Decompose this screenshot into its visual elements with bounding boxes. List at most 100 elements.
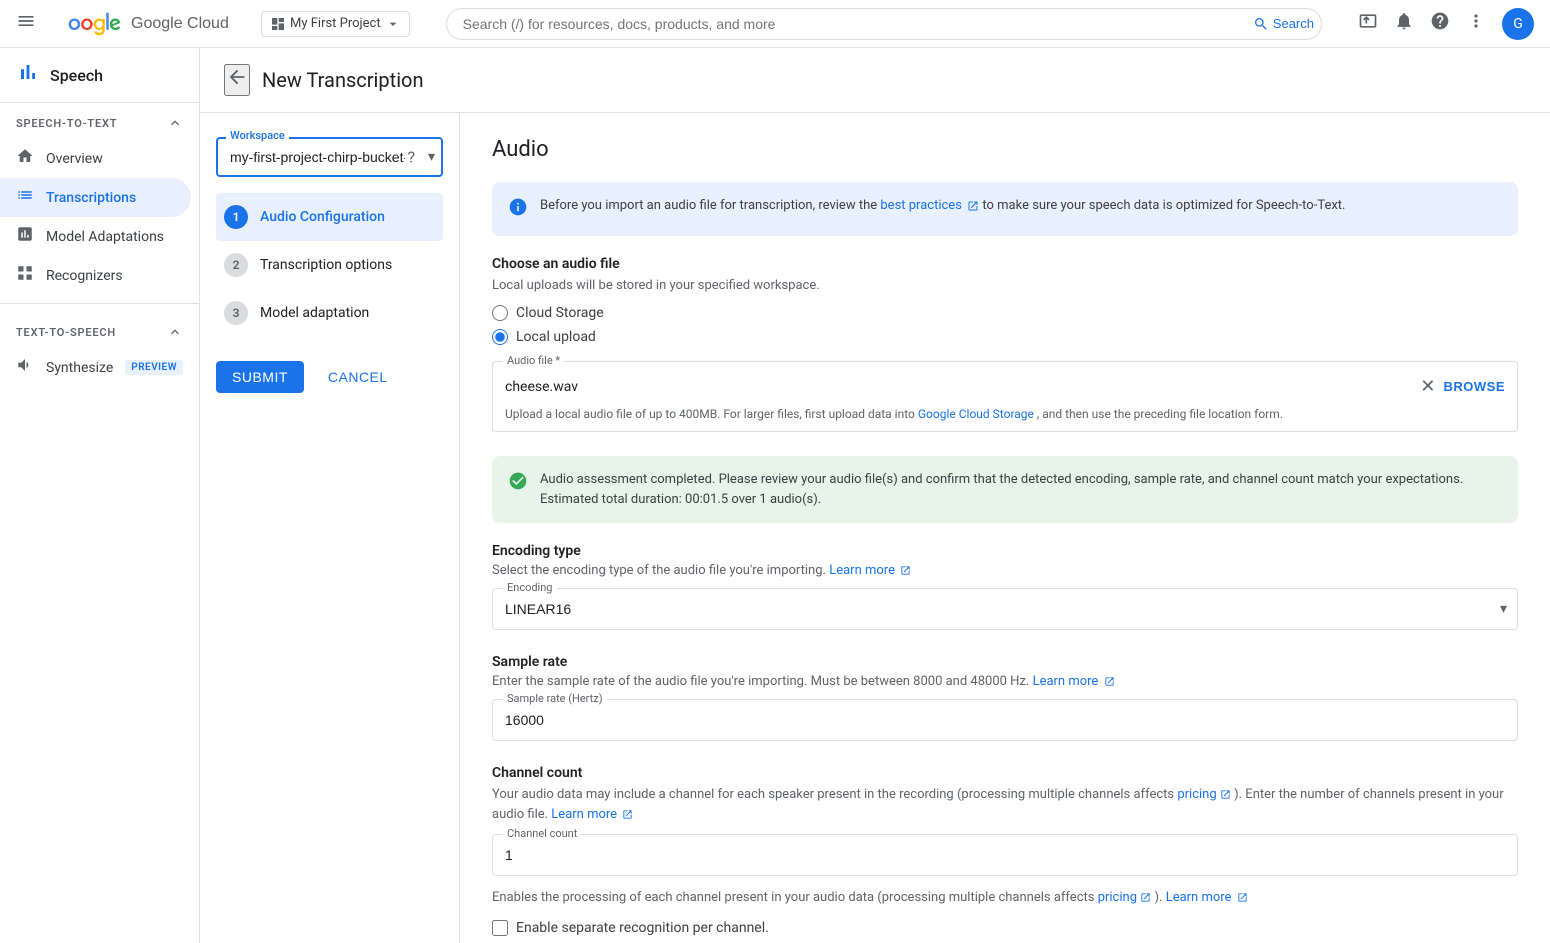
back-button[interactable] (224, 64, 250, 96)
cloud-storage-label: Cloud Storage (516, 305, 604, 321)
channel-count-field-label: Channel count (503, 827, 581, 840)
channel-count-desc: Your audio data may include a channel fo… (492, 785, 1518, 824)
step-label-1: Audio Configuration (260, 209, 385, 225)
wizard-step-2[interactable]: 2 Transcription options (216, 241, 443, 289)
wizard-steps: 1 Audio Configuration 2 Transcription op… (216, 193, 443, 337)
success-banner: Audio assessment completed. Please revie… (492, 456, 1518, 523)
project-selector[interactable]: My First Project (261, 11, 410, 37)
sample-rate-learn-more-link[interactable]: Learn more (1033, 674, 1115, 689)
separate-recognition-label: Enable separate recognition per channel. (516, 920, 769, 936)
cloud-text: Google Cloud (131, 10, 241, 38)
channel-count-input-wrapper: Channel count (492, 834, 1518, 876)
separate-recognition-checkbox[interactable] (492, 920, 508, 936)
sample-rate-input-wrapper: Sample rate (Hertz) (492, 699, 1518, 741)
success-text: Audio assessment completed. Please revie… (540, 470, 1502, 509)
list-icon (16, 186, 34, 209)
app-icon (16, 60, 40, 90)
source-radio-group: Cloud Storage Local upload (492, 305, 1518, 345)
sample-rate-group: Sample rate Enter the sample rate of the… (492, 654, 1518, 741)
encoding-learn-more-link[interactable]: Learn more (829, 563, 911, 578)
audio-file-field: Audio file * cheese.wav ✕ BROWSE Upload … (492, 361, 1518, 432)
info-icon (508, 197, 528, 222)
channel-learn-more-link[interactable]: Learn more (551, 807, 633, 822)
main-panel: Audio Before you import an audio file fo… (460, 113, 1550, 943)
workspace-help-icon[interactable]: ? (407, 148, 415, 167)
choose-file-group: Choose an audio file Local uploads will … (492, 256, 1518, 432)
pricing-link-2[interactable]: pricing (1098, 890, 1155, 905)
speech-to-text-section[interactable]: Speech-to-Text (0, 103, 199, 139)
pricing-link-1[interactable]: pricing (1177, 787, 1234, 802)
choose-file-desc: Local uploads will be stored in your spe… (492, 278, 1518, 293)
notification-icon[interactable] (1394, 11, 1414, 36)
sidebar-divider (0, 303, 199, 304)
step-label-3: Model adaptation (260, 305, 369, 321)
sample-rate-title: Sample rate (492, 654, 1518, 670)
sample-rate-desc: Enter the sample rate of the audio file … (492, 674, 1518, 689)
workspace-selector: Workspace my-first-project-chirp-bucket-… (216, 137, 443, 177)
search-input[interactable] (446, 8, 1322, 40)
encoding-select[interactable]: LINEAR16 (493, 589, 1517, 629)
preview-badge: PREVIEW (125, 360, 183, 375)
home-icon (16, 147, 34, 170)
cloud-storage-radio[interactable] (492, 305, 508, 321)
channel-count-input[interactable] (493, 835, 1517, 875)
gcs-link[interactable]: Google Cloud Storage (918, 407, 1037, 421)
info-text: Before you import an audio file for tran… (540, 196, 1345, 216)
content-body: Workspace my-first-project-chirp-bucket-… (200, 113, 1550, 943)
browse-button[interactable]: BROWSE (1444, 379, 1506, 394)
local-upload-option[interactable]: Local upload (492, 329, 1518, 345)
content: New Transcription Workspace my-first-pro… (200, 48, 1550, 943)
search-button[interactable]: Search (1253, 16, 1314, 32)
channel-count-title: Channel count (492, 765, 1518, 781)
sidebar-label-synthesize: Synthesize (46, 360, 113, 376)
cancel-button[interactable]: CANCEL (312, 361, 404, 393)
app-title: Speech (50, 66, 103, 85)
channel-count-group: Channel count Your audio data may includ… (492, 765, 1518, 936)
sidebar-label-recognizers: Recognizers (46, 268, 123, 284)
wizard-step-1[interactable]: 1 Audio Configuration (216, 193, 443, 241)
wizard-actions: SUBMIT CANCEL (216, 361, 443, 393)
sample-rate-field-label: Sample rate (Hertz) (503, 692, 607, 705)
channel-extra-learn-more-link[interactable]: Learn more (1166, 890, 1248, 905)
audio-file-hint: Upload a local audio file of up to 400MB… (505, 405, 1505, 423)
cloud-storage-option[interactable]: Cloud Storage (492, 305, 1518, 321)
encoding-field-label: Encoding (503, 581, 557, 594)
info-banner: Before you import an audio file for tran… (492, 182, 1518, 236)
wizard-step-3[interactable]: 3 Model adaptation (216, 289, 443, 337)
encoding-type-group: Encoding type Select the encoding type o… (492, 543, 1518, 630)
separate-recognition-row: Enable separate recognition per channel. (492, 920, 1518, 936)
submit-button[interactable]: SUBMIT (216, 361, 304, 393)
best-practices-link[interactable]: best practices (880, 198, 982, 213)
grid-icon (16, 264, 34, 287)
terminal-icon[interactable] (1358, 11, 1378, 36)
topbar-logo: Google Cloud (48, 10, 241, 38)
step-number-2: 2 (224, 253, 248, 277)
workspace-label: Workspace (226, 129, 289, 142)
topbar: Google Cloud My First Project Search G (0, 0, 1550, 48)
avatar[interactable]: G (1502, 8, 1534, 40)
sidebar-item-transcriptions[interactable]: Transcriptions (0, 178, 191, 217)
more-icon[interactable] (1466, 11, 1486, 36)
channel-extra-desc: Enables the processing of each channel p… (492, 888, 1518, 908)
sample-rate-input[interactable] (493, 700, 1517, 740)
menu-icon[interactable] (16, 11, 36, 36)
sidebar-item-model-adaptations[interactable]: Model Adaptations (0, 217, 191, 256)
step-number-3: 3 (224, 301, 248, 325)
sidebar-item-overview[interactable]: Overview (0, 139, 191, 178)
local-upload-radio[interactable] (492, 329, 508, 345)
audio-file-clear-icon[interactable]: ✕ (1420, 376, 1435, 397)
success-icon (508, 471, 528, 496)
sidebar: Speech Speech-to-Text Overview Transcrip… (0, 48, 200, 943)
encoding-select-wrapper: Encoding LINEAR16 ▾ (492, 588, 1518, 630)
sidebar-item-recognizers[interactable]: Recognizers (0, 256, 191, 295)
audio-file-label: Audio file * (503, 354, 564, 367)
sidebar-item-synthesize[interactable]: Synthesize PREVIEW (0, 348, 191, 387)
sidebar-app-header: Speech (0, 48, 199, 103)
help-icon[interactable] (1430, 11, 1450, 36)
page-header: New Transcription (200, 48, 1550, 113)
text-to-speech-section[interactable]: Text-to-Speech (0, 312, 199, 348)
encoding-title: Encoding type (492, 543, 1518, 559)
project-name: My First Project (290, 16, 381, 31)
choose-file-title: Choose an audio file (492, 256, 1518, 272)
sidebar-label-overview: Overview (46, 151, 103, 167)
